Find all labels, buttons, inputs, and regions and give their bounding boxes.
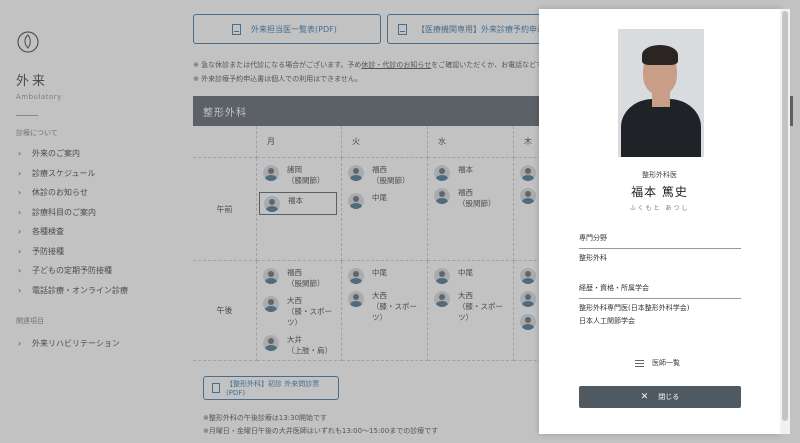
photo-hair bbox=[642, 45, 678, 65]
career-label: 経歴・資格・所属学会 bbox=[579, 283, 741, 299]
modal-scrollbar[interactable] bbox=[780, 9, 790, 434]
career-line-1: 整形外科専門医(日本整形外科学会) bbox=[579, 304, 690, 312]
doctor-profile-modal: 整形外科医 福本 篤史 ふくもと あつし 専門分野 整形外科 経歴・資格・所属学… bbox=[539, 9, 780, 434]
scrollbar-thumb[interactable] bbox=[782, 11, 788, 421]
doctor-list-link[interactable]: 医師一覧 bbox=[635, 358, 680, 368]
close-icon: ✕ bbox=[640, 392, 649, 402]
career-line-2: 日本人工関節学会 bbox=[579, 317, 635, 325]
specialty-value: 整形外科 bbox=[579, 254, 607, 262]
close-label: 閉じる bbox=[658, 393, 680, 401]
doctor-name-kana: ふくもと あつし bbox=[629, 205, 690, 212]
career-value: 整形外科専門医(日本整形外科学会) 日本人工関節学会 bbox=[579, 302, 689, 328]
list-icon bbox=[635, 359, 644, 367]
photo-body bbox=[621, 99, 701, 157]
close-button[interactable]: ✕ 閉じる bbox=[579, 386, 741, 408]
doctor-photo bbox=[618, 29, 704, 157]
specialty-label: 専門分野 bbox=[579, 233, 741, 249]
doctor-department: 整形外科医 bbox=[642, 171, 677, 179]
doctor-name: 福本 篤史 bbox=[631, 185, 688, 199]
doctor-list-label: 医師一覧 bbox=[652, 359, 680, 367]
